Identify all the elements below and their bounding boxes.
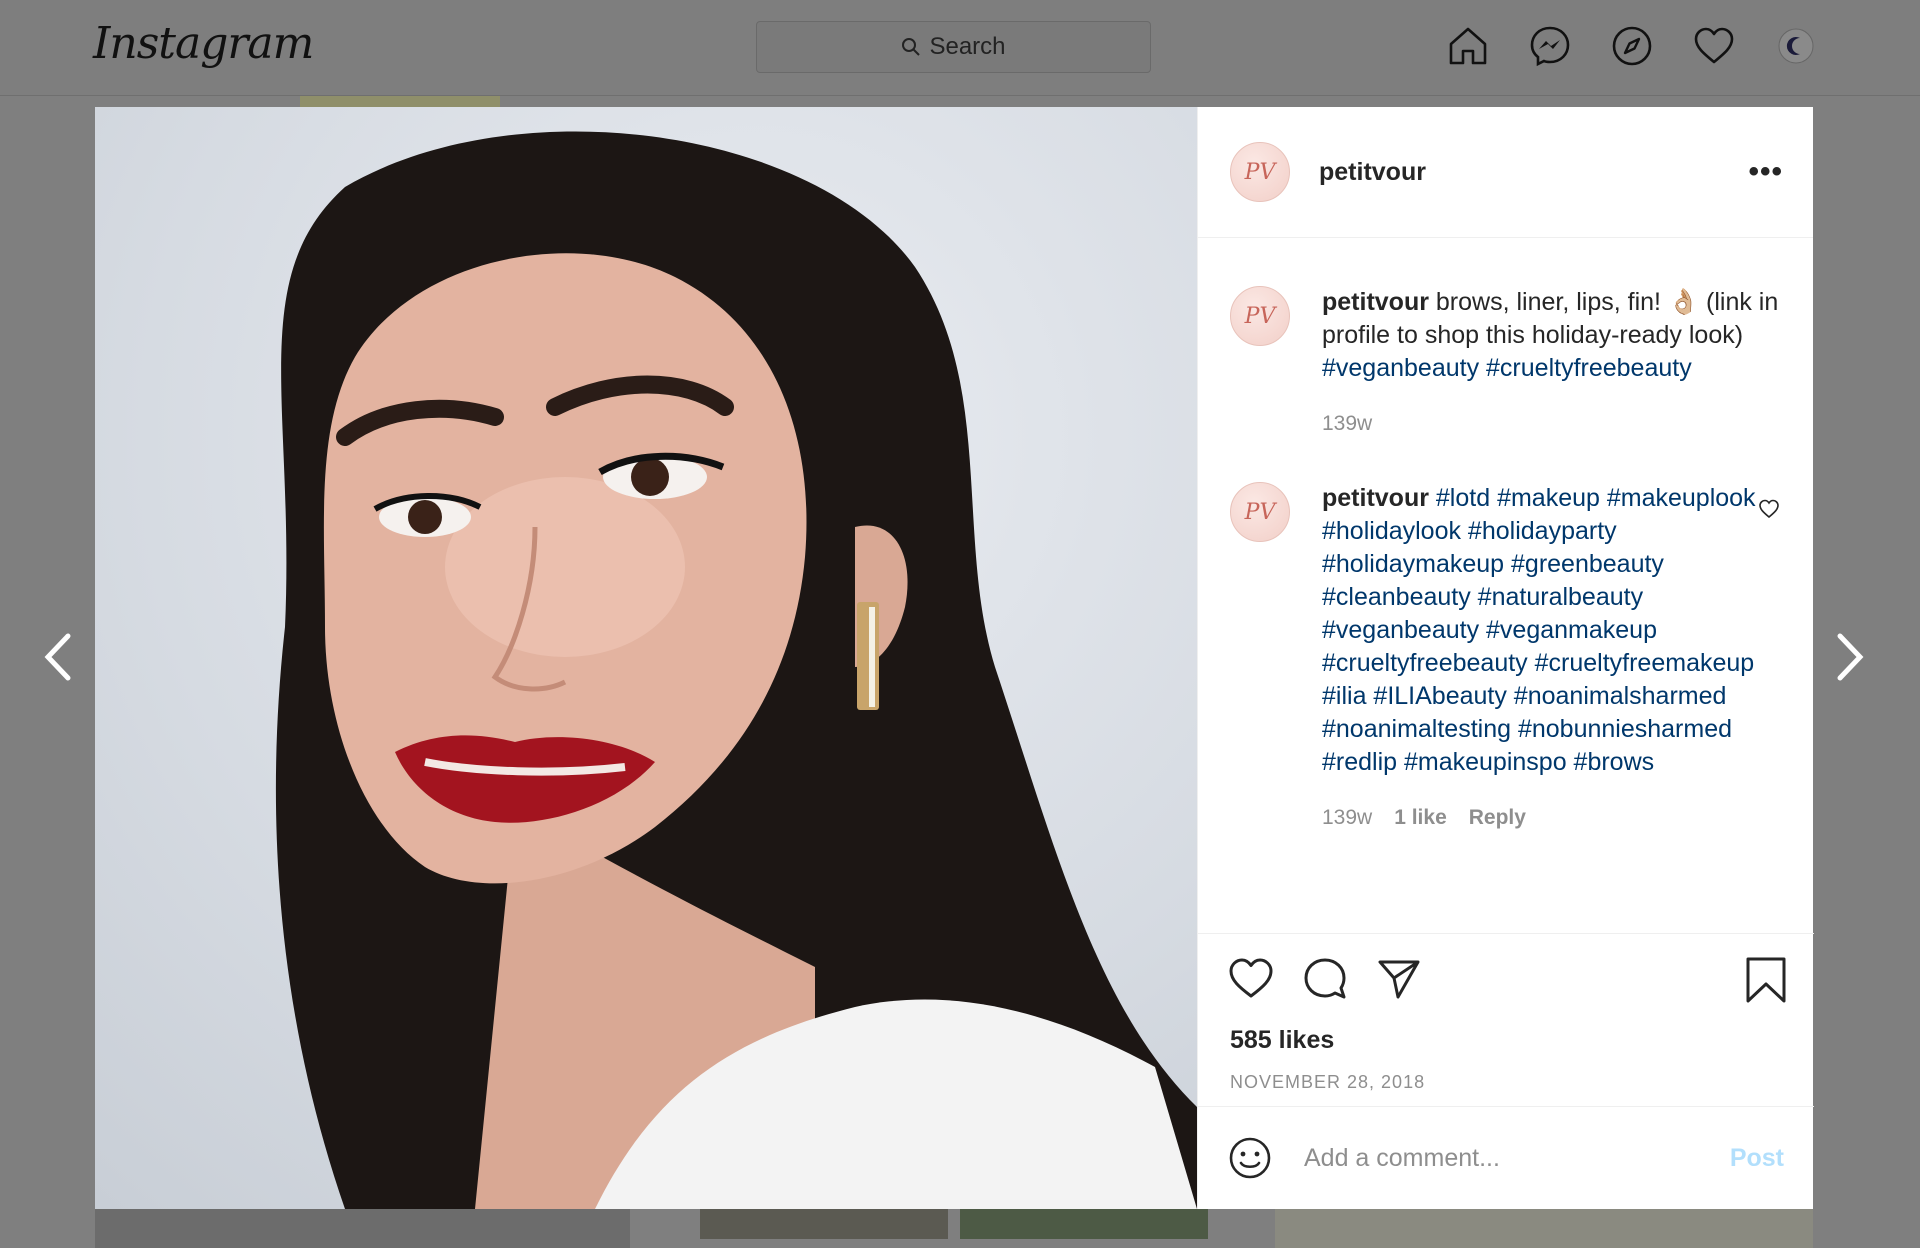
search-icon — [902, 38, 921, 56]
explore-button[interactable] — [1610, 24, 1654, 68]
comment-hashtags[interactable]: #lotd #makeup #makeuplook #holidaylook #… — [1322, 484, 1756, 776]
bg-tile — [960, 1209, 1208, 1239]
messenger-icon — [1530, 26, 1570, 67]
caption-body: petitvour brows, liner, lips, fin! 👌🏼 (l… — [1322, 286, 1782, 440]
messenger-button[interactable] — [1528, 24, 1572, 68]
chevron-left-icon — [44, 633, 71, 681]
likes-count[interactable]: 585 likes — [1230, 1026, 1334, 1055]
reply-button[interactable]: Reply — [1469, 801, 1526, 834]
avatar[interactable]: PV — [1230, 482, 1290, 542]
caption-time[interactable]: 139w — [1322, 407, 1372, 440]
post-actions-section: 585 likes NOVEMBER 28, 2018 — [1198, 933, 1814, 1103]
post-date[interactable]: NOVEMBER 28, 2018 — [1230, 1072, 1425, 1093]
comment-input[interactable] — [1304, 1143, 1714, 1173]
comment-meta: 139w 1 like Reply — [1322, 801, 1782, 834]
profile-avatar-icon — [1778, 28, 1814, 64]
home-icon — [1449, 27, 1487, 65]
avatar[interactable]: PV — [1230, 142, 1290, 202]
caption-item: PV petitvour brows, liner, lips, fin! 👌🏼… — [1230, 286, 1782, 440]
post-modal: PV petitvour ••• PV petitvour brows, lin… — [95, 107, 1814, 1209]
top-navigation-bar: Instagram Search — [0, 0, 1920, 96]
comment-like-heart-icon[interactable] — [1758, 498, 1780, 520]
next-post-button[interactable] — [1832, 630, 1868, 684]
caption-hashtags[interactable]: #veganbeauty #crueltyfreebeauty — [1322, 354, 1692, 382]
home-button[interactable] — [1446, 24, 1490, 68]
chevron-right-icon — [1837, 633, 1864, 681]
post-photo[interactable] — [95, 107, 1197, 1209]
like-heart-icon[interactable] — [1228, 956, 1274, 1002]
post-header: PV petitvour ••• — [1198, 107, 1813, 238]
post-comment-button[interactable]: Post — [1730, 1144, 1784, 1173]
portrait-illustration — [275, 131, 1197, 1209]
activity-button[interactable] — [1692, 24, 1736, 68]
action-buttons — [1228, 956, 1422, 1002]
caption-username[interactable]: petitvour — [1322, 288, 1429, 316]
profile-button[interactable] — [1774, 24, 1818, 68]
bg-tile — [1275, 1209, 1813, 1248]
comment-bubble-icon[interactable] — [1302, 956, 1348, 1002]
post-username[interactable]: petitvour — [1319, 158, 1426, 187]
caption-meta: 139w — [1322, 407, 1782, 440]
heart-icon — [1694, 27, 1734, 64]
bg-tile — [95, 1209, 630, 1248]
previous-post-button[interactable] — [40, 630, 76, 684]
comment-likes[interactable]: 1 like — [1394, 801, 1447, 834]
explore-icon — [1612, 26, 1652, 66]
nav-icons — [1446, 24, 1818, 68]
instagram-logo[interactable]: Instagram — [93, 18, 314, 69]
comment-time[interactable]: 139w — [1322, 801, 1372, 834]
avatar[interactable]: PV — [1230, 286, 1290, 346]
comment-item: PV petitvour #lotd #makeup #makeuplook #… — [1230, 482, 1782, 834]
post-sidebar: PV petitvour ••• PV petitvour brows, lin… — [1197, 107, 1814, 1209]
search-placeholder: Search — [929, 33, 1006, 60]
comment-username[interactable]: petitvour — [1322, 484, 1429, 512]
share-send-icon[interactable] — [1376, 956, 1422, 1002]
search-box[interactable]: Search — [756, 21, 1151, 73]
comment-body: petitvour #lotd #makeup #makeuplook #hol… — [1322, 482, 1782, 834]
more-options-button[interactable]: ••• — [1748, 155, 1783, 189]
bookmark-icon[interactable] — [1744, 956, 1788, 1004]
comments-list: PV petitvour brows, liner, lips, fin! 👌🏼… — [1198, 238, 1814, 1040]
emoji-smiley-icon[interactable] — [1228, 1136, 1272, 1180]
bg-tile — [700, 1209, 948, 1239]
add-comment-bar: Post — [1198, 1106, 1814, 1209]
